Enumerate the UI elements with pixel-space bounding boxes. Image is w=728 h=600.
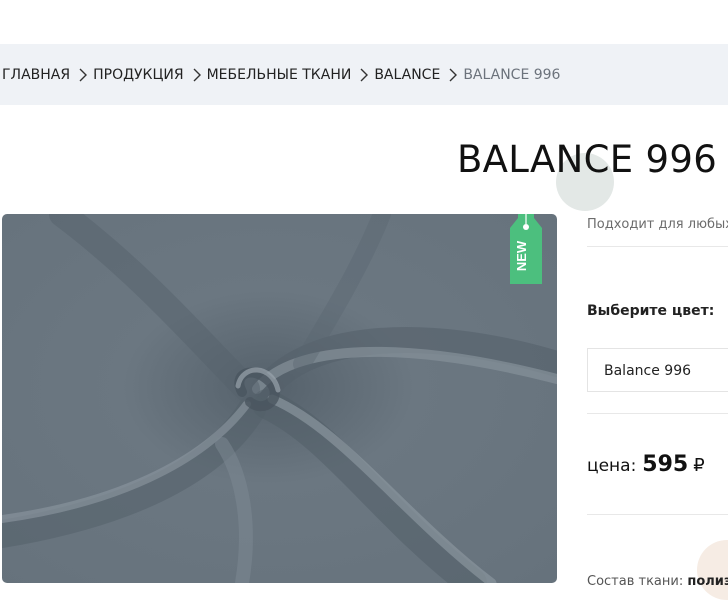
- product-image[interactable]: [2, 214, 557, 583]
- divider: [587, 413, 728, 414]
- product-subtitle: Подходит для любых: [587, 217, 728, 232]
- breadcrumb-bar: ГЛАВНАЯ ПРОДУКЦИЯ МЕБЕЛЬНЫЕ ТКАНИ BALANC…: [0, 44, 728, 105]
- breadcrumb-item-products[interactable]: ПРОДУКЦИЯ: [93, 67, 183, 83]
- breadcrumb: ГЛАВНАЯ ПРОДУКЦИЯ МЕБЕЛЬНЫЕ ТКАНИ BALANC…: [2, 44, 560, 105]
- divider: [587, 514, 728, 515]
- chevron-right-icon: [189, 68, 205, 82]
- breadcrumb-current: BALANCE 996: [463, 66, 561, 83]
- chevron-right-icon: [356, 68, 372, 82]
- color-select-value: Balance 996: [604, 363, 692, 379]
- new-badge-label: NEW: [514, 240, 529, 271]
- new-badge: NEW: [508, 214, 544, 286]
- color-label: Выберите цвет:: [587, 303, 715, 319]
- composition-label: Состав ткани:: [587, 574, 684, 589]
- breadcrumb-item-furniture-fabrics[interactable]: МЕБЕЛЬНЫЕ ТКАНИ: [207, 67, 352, 83]
- composition-value: полиэ: [687, 574, 728, 589]
- chevron-right-icon: [445, 68, 461, 82]
- breadcrumb-item-balance[interactable]: BALANCE: [374, 67, 440, 83]
- price-value: 595: [642, 452, 689, 477]
- color-select[interactable]: Balance 996: [587, 348, 728, 392]
- price-label: цена:: [587, 456, 637, 476]
- price: цена: 595 ₽: [587, 452, 705, 477]
- decorative-circle: [697, 540, 728, 600]
- currency-symbol: ₽: [693, 455, 705, 476]
- page-title: BALANCE 996: [457, 138, 718, 181]
- breadcrumb-item-home[interactable]: ГЛАВНАЯ: [2, 67, 70, 83]
- composition: Состав ткани: полиэ: [587, 574, 728, 589]
- chevron-right-icon: [75, 68, 91, 82]
- divider: [587, 246, 728, 247]
